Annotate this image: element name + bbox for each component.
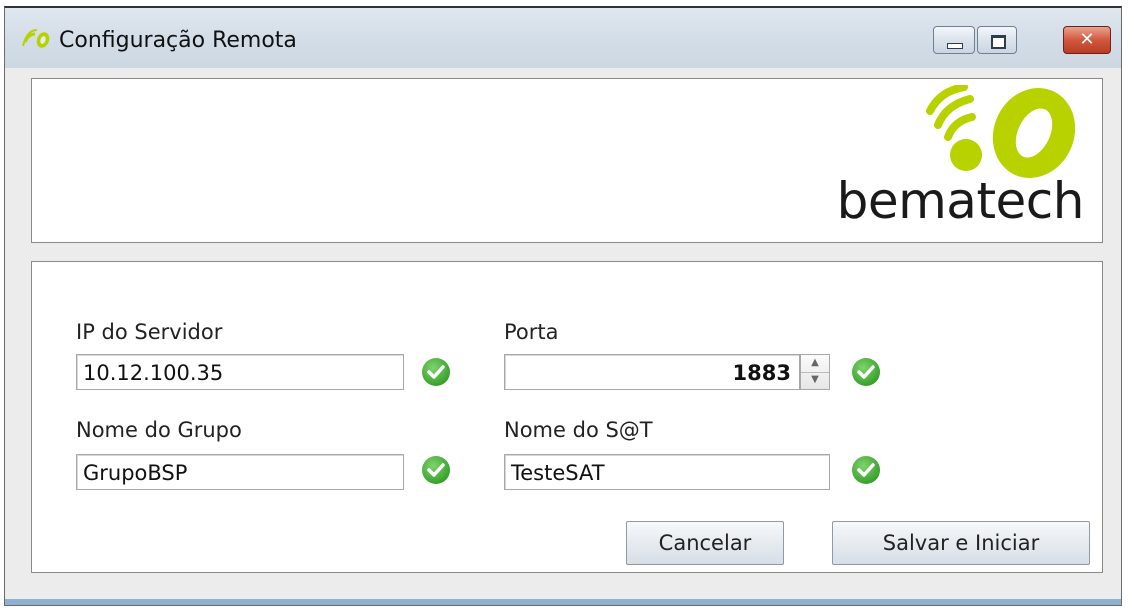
- spinner-up-icon[interactable]: ▲: [801, 355, 829, 373]
- grupo-valid-check-icon: [422, 456, 450, 484]
- sat-label: Nome do S@T: [504, 418, 653, 442]
- cancel-button[interactable]: Cancelar: [626, 521, 784, 565]
- grupo-input[interactable]: GrupoBSP: [76, 454, 404, 490]
- app-logo-icon: [22, 29, 50, 48]
- close-icon: ✕: [1079, 29, 1095, 50]
- porta-valid-check-icon: [852, 358, 880, 386]
- settings-form: IP do Servidor 10.12.100.35 Porta 1883 ▲…: [31, 261, 1103, 573]
- grupo-label: Nome do Grupo: [76, 418, 242, 442]
- spinner-down-icon[interactable]: ▼: [801, 372, 829, 389]
- brand-name: bematech: [836, 172, 1085, 230]
- porta-spinner[interactable]: ▲ ▼: [800, 354, 830, 390]
- ip-label: IP do Servidor: [76, 320, 223, 344]
- minimize-button[interactable]: [933, 26, 975, 54]
- maximize-button[interactable]: [977, 26, 1017, 54]
- save-and-start-button[interactable]: Salvar e Iniciar: [832, 521, 1090, 565]
- sat-valid-check-icon: [852, 456, 880, 484]
- minimize-icon: [947, 43, 963, 49]
- ip-valid-check-icon: [422, 358, 450, 386]
- window-title: Configuração Remota: [59, 28, 297, 53]
- logo-panel: bematech: [31, 78, 1103, 243]
- sat-input[interactable]: TesteSAT: [504, 454, 830, 490]
- bematech-mark-icon: [926, 85, 1076, 178]
- porta-input[interactable]: 1883: [504, 354, 800, 390]
- porta-label: Porta: [504, 320, 559, 344]
- window-bottom-border: [5, 599, 1121, 605]
- maximize-icon: [991, 35, 1006, 49]
- ip-input[interactable]: 10.12.100.35: [76, 354, 404, 390]
- close-button[interactable]: ✕: [1063, 26, 1111, 54]
- title-bar[interactable]: Configuração Remota ✕: [5, 8, 1121, 68]
- remote-config-window: Configuração Remota ✕ bematech IP do Ser…: [4, 6, 1122, 606]
- brand-logo: bematech: [820, 85, 1090, 235]
